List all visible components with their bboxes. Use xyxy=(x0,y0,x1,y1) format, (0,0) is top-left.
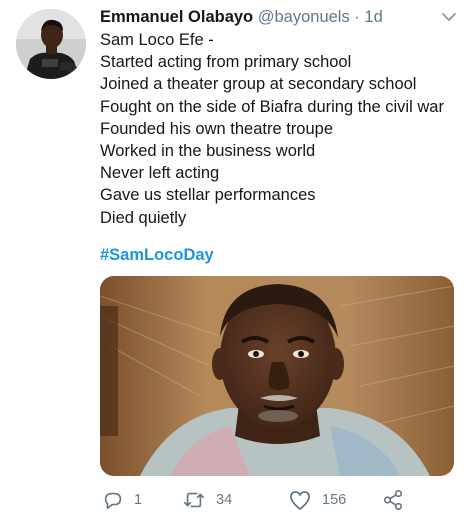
tweet-text-line: Joined a theater group at secondary scho… xyxy=(100,75,417,94)
tweet-text: Sam Loco Efe - Started acting from prima… xyxy=(100,29,470,229)
tweet-text-line: Never left acting xyxy=(100,164,220,183)
tweet-text-line: Sam Loco Efe - xyxy=(100,31,214,49)
avatar-photo xyxy=(16,9,86,79)
media-photo xyxy=(100,276,454,476)
share-icon xyxy=(383,490,403,510)
reply-count: 1 xyxy=(134,492,143,508)
retweet-button[interactable]: 34 xyxy=(182,488,232,512)
like-button[interactable]: 156 xyxy=(288,488,346,512)
author-handle[interactable]: @bayonuels xyxy=(258,8,350,26)
reply-button[interactable]: 1 xyxy=(102,488,142,512)
header-separator: · xyxy=(354,8,360,26)
hashtag-link[interactable]: #SamLocoDay xyxy=(100,244,214,266)
tweet[interactable]: Emmanuel Olabayo @bayonuels · 1d Sam Loc… xyxy=(0,0,474,518)
tweet-actions: 1 34 156 xyxy=(100,488,454,512)
tweet-text-line: Died quietly xyxy=(100,208,187,227)
retweet-icon xyxy=(184,492,204,508)
tweet-header: Emmanuel Olabayo @bayonuels · 1d xyxy=(100,6,440,28)
tweet-text-line: Fought on the side of Biafra during the … xyxy=(100,97,444,116)
share-button[interactable] xyxy=(382,488,404,512)
reply-icon xyxy=(104,492,122,510)
heart-icon xyxy=(290,491,310,510)
tweet-timestamp[interactable]: 1d xyxy=(364,8,382,26)
tweet-text-line: Worked in the business world xyxy=(100,142,316,161)
tweet-media-image[interactable] xyxy=(100,276,454,476)
chevron-down-icon[interactable] xyxy=(440,10,458,24)
retweet-count: 34 xyxy=(216,492,233,508)
tweet-text-line: Founded his own theatre troupe xyxy=(100,119,333,138)
tweet-text-line: Gave us stellar performances xyxy=(100,186,316,205)
author-name[interactable]: Emmanuel Olabayo xyxy=(100,8,253,26)
like-count: 156 xyxy=(322,492,347,508)
tweet-text-line: Started acting from primary school xyxy=(100,53,352,72)
avatar[interactable] xyxy=(16,9,86,79)
